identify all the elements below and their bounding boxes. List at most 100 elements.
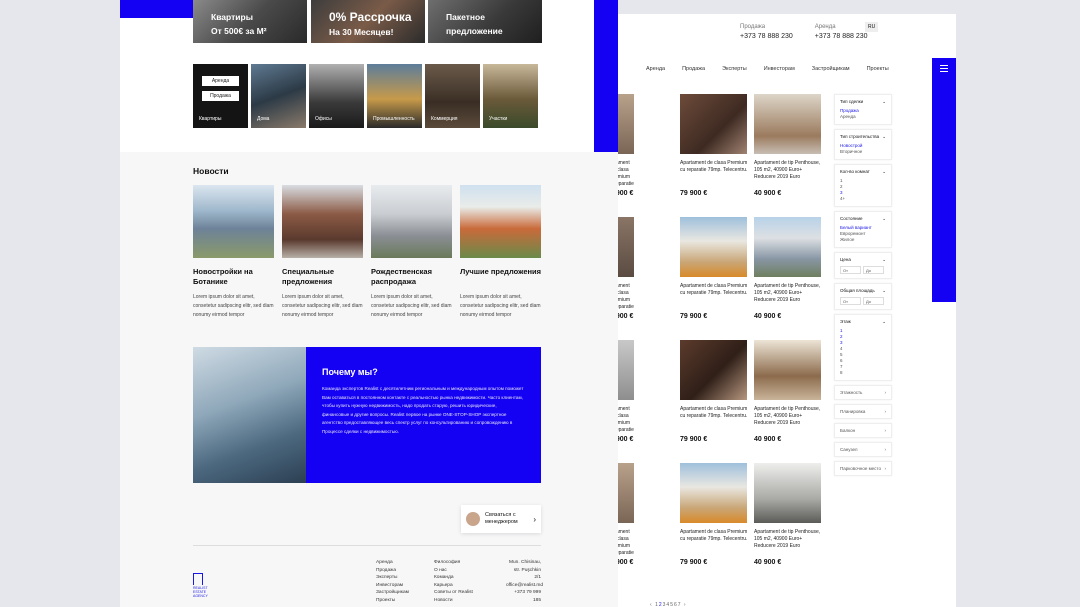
chevron-left-icon[interactable]: ‹ bbox=[650, 602, 653, 607]
filter-floor[interactable]: Этаж ⌄ 1 2 3 4 5 6 7 8 bbox=[834, 314, 892, 381]
category-industry[interactable]: Промышленность bbox=[367, 64, 422, 128]
footer-link[interactable]: Аренда bbox=[376, 559, 409, 567]
promo-subtitle: предложение bbox=[446, 26, 503, 36]
filter-option[interactable]: 4+ bbox=[840, 196, 886, 202]
rent-button[interactable]: Аренда bbox=[202, 76, 239, 86]
listing-card[interactable]: Apartament de clasa Premium cu reparatie… bbox=[680, 94, 750, 197]
filter-price[interactable]: Цена ⌄ От До bbox=[834, 252, 892, 279]
filter-option[interactable]: 8 bbox=[840, 370, 886, 376]
contact-manager-button[interactable]: Связаться с менеджером › bbox=[461, 505, 541, 533]
footer-link[interactable]: Продажа bbox=[376, 567, 409, 575]
listing-card[interactable]: Apartament de tip Penthouse, 105 m2, 409… bbox=[754, 340, 824, 443]
news-card[interactable]: Специальные предложения Lorem ipsum dolo… bbox=[282, 185, 363, 320]
filter-deal-type[interactable]: Тип сделки ⌄ Продажа Аренда bbox=[834, 94, 892, 125]
chevron-down-icon[interactable]: ⌄ bbox=[882, 216, 886, 222]
listing-card[interactable]: Apartament de clasa Premium cu reparatie… bbox=[680, 340, 750, 443]
listing-card[interactable]: Apartament de tip Penthouse, 105 m2, 409… bbox=[754, 217, 824, 320]
chevron-right-icon: › bbox=[884, 390, 887, 395]
category-label: Дома bbox=[257, 116, 270, 122]
news-text: Lorem ipsum dolor sit amet, consetetur s… bbox=[282, 294, 363, 318]
footer-phone[interactable]: +373 79 999 185 bbox=[506, 589, 541, 604]
filter-parking[interactable]: Парковочное место › bbox=[834, 461, 892, 476]
sale-button[interactable]: Продажа bbox=[202, 91, 239, 101]
footer-link[interactable]: Новости bbox=[434, 597, 473, 605]
category-commerce[interactable]: Коммерция bbox=[425, 64, 480, 128]
news-card[interactable]: Новостройки на Ботанике Lorem ipsum dolo… bbox=[193, 185, 274, 320]
filter-floors-count[interactable]: Этажность › bbox=[834, 385, 892, 400]
contact-label: менеджером bbox=[485, 519, 518, 525]
filter-title: Парковочное место bbox=[840, 466, 881, 471]
listing-price: 79 900 € bbox=[680, 190, 708, 197]
filter-bathroom[interactable]: Санузел › bbox=[834, 442, 892, 457]
accent-bar bbox=[120, 0, 193, 18]
phone-number[interactable]: +373 78 888 230 bbox=[740, 33, 793, 40]
nav-item-investors[interactable]: Инвесторам bbox=[764, 66, 795, 72]
footer-link[interactable]: Философия bbox=[434, 559, 473, 567]
news-photo bbox=[371, 185, 452, 258]
price-to-input[interactable]: До bbox=[863, 266, 884, 274]
listing-card[interactable]: Apartament de clasa Premium cu reparatie… bbox=[680, 217, 750, 320]
footer-link[interactable]: Проекты bbox=[376, 597, 409, 605]
footer-link[interactable]: Инвесторам bbox=[376, 582, 409, 590]
filter-option[interactable]: Вторичное bbox=[840, 149, 886, 155]
logo[interactable]: REALIST ESTATE AGENCY bbox=[193, 573, 215, 598]
area-from-input[interactable]: От bbox=[840, 297, 861, 305]
chevron-down-icon[interactable]: ⌄ bbox=[882, 319, 886, 325]
footer-link[interactable]: Советы от Realist bbox=[434, 589, 473, 597]
nav-item-projects[interactable]: Проекты bbox=[867, 66, 889, 72]
phone-sale[interactable]: Продажа +373 78 888 230 bbox=[740, 24, 793, 40]
footer-link[interactable]: Эксперты bbox=[376, 574, 409, 582]
news-photo bbox=[282, 185, 363, 258]
news-text: Lorem ipsum dolor sit amet, consetetur s… bbox=[460, 294, 541, 318]
listing-price: 40 900 € bbox=[754, 436, 782, 443]
chevron-down-icon[interactable]: ⌄ bbox=[882, 99, 886, 105]
filter-title: Цена bbox=[840, 257, 851, 262]
phone-number[interactable]: +373 78 888 230 bbox=[815, 33, 868, 40]
chevron-down-icon[interactable]: ⌄ bbox=[882, 288, 886, 294]
listing-photo bbox=[680, 463, 747, 523]
nav-item-sale[interactable]: Продажа bbox=[682, 66, 705, 72]
nav-item-experts[interactable]: Эксперты bbox=[722, 66, 747, 72]
listing-card[interactable]: Apartament de clasa Premium cu reparatie… bbox=[680, 463, 750, 566]
area-to-input[interactable]: До bbox=[863, 297, 884, 305]
listing-card[interactable]: Apartament de tip Penthouse, 105 m2, 409… bbox=[754, 94, 824, 197]
news-card[interactable]: Лучшие предложения Lorem ipsum dolor sit… bbox=[460, 185, 541, 320]
nav-item-developers[interactable]: Застройщикам bbox=[812, 66, 850, 72]
promo-installments[interactable]: 0% Рассрочка На 30 Месяцев! bbox=[311, 0, 425, 43]
category-label: Участки bbox=[489, 116, 508, 122]
nav-item-rent[interactable]: Аренда bbox=[646, 66, 665, 72]
category-land[interactable]: Участки bbox=[483, 64, 538, 128]
news-photo bbox=[460, 185, 541, 258]
listing-card[interactable]: Apartament de tip Penthouse, 105 m2, 409… bbox=[754, 463, 824, 566]
category-houses[interactable]: Дома bbox=[251, 64, 306, 128]
page-link[interactable]: 7 bbox=[678, 602, 682, 607]
promo-package[interactable]: Пакетное предложение bbox=[428, 0, 542, 43]
footer-link[interactable]: Команда bbox=[434, 574, 473, 582]
filter-rooms[interactable]: Кол-во комнат ⌄ 1 2 3 4+ bbox=[834, 164, 892, 207]
filter-state[interactable]: Состояние ⌄ Белый вариант Евроремонт Жило… bbox=[834, 211, 892, 248]
footer-link[interactable]: Застройщикам bbox=[376, 589, 409, 597]
phone-rent[interactable]: Аренда +373 78 888 230 bbox=[815, 24, 868, 40]
category-offices[interactable]: Офисы bbox=[309, 64, 364, 128]
chevron-down-icon[interactable]: ⌄ bbox=[882, 169, 886, 175]
filter-balcony[interactable]: Балкон › bbox=[834, 423, 892, 438]
chevron-down-icon[interactable]: ⌄ bbox=[882, 257, 886, 263]
footer-link[interactable]: О нас bbox=[434, 567, 473, 575]
filter-layout[interactable]: Планировка › bbox=[834, 404, 892, 419]
filter-build-type[interactable]: Тип строительства ⌄ Новострой Вторичное bbox=[834, 129, 892, 160]
footer-link[interactable]: Карьера bbox=[434, 582, 473, 590]
chevron-right-icon[interactable]: › bbox=[684, 602, 687, 607]
why-us-text: Команда экспертов Realist с десятилетним… bbox=[322, 386, 524, 434]
chevron-down-icon[interactable]: ⌄ bbox=[882, 134, 886, 140]
category-apartments[interactable]: Аренда Продажа Квартиры bbox=[193, 64, 248, 128]
filter-option[interactable]: Аренда bbox=[840, 114, 886, 120]
menu-button[interactable] bbox=[932, 58, 956, 302]
filter-area[interactable]: Общая площадь ⌄ От До bbox=[834, 283, 892, 310]
language-switch[interactable]: RU bbox=[865, 22, 879, 32]
filter-option[interactable]: Жилое bbox=[840, 237, 886, 243]
footer-email[interactable]: office@realist.md bbox=[506, 582, 543, 590]
news-card[interactable]: Рождественская распродажа Lorem ipsum do… bbox=[371, 185, 452, 320]
price-from-input[interactable]: От bbox=[840, 266, 861, 274]
footer-col-services: Аренда Продажа Эксперты Инвесторам Застр… bbox=[376, 559, 409, 605]
promo-apartments[interactable]: Квартиры От 500€ за М² bbox=[193, 0, 307, 43]
